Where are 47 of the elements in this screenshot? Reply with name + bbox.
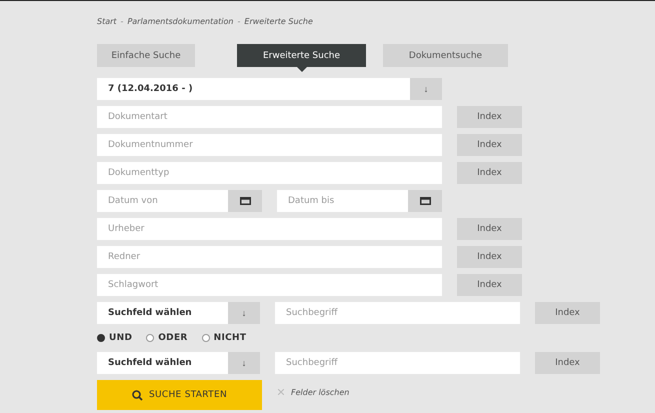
tab-pointer — [296, 67, 306, 72]
dropdown-button[interactable]: ↓ — [228, 352, 260, 374]
dropdown-button[interactable]: ↓ — [228, 302, 260, 324]
calendar-icon — [420, 197, 430, 205]
index-button[interactable]: Index — [457, 218, 522, 240]
index-button[interactable]: Index — [457, 274, 522, 296]
radio-label: ODER — [158, 333, 188, 343]
date-field[interactable]: Datum von — [97, 190, 228, 212]
period-select[interactable]: 7 (12.04.2016 - ) — [97, 78, 410, 100]
text-field[interactable]: Urheber — [97, 218, 442, 240]
breadcrumb-link[interactable]: Start — [97, 16, 117, 26]
calendar-button[interactable] — [228, 190, 262, 212]
index-button[interactable]: Index — [457, 246, 522, 268]
breadcrumb-link[interactable]: Erweiterte Suche — [244, 16, 313, 26]
radio-button[interactable] — [202, 334, 210, 342]
radio-button[interactable] — [146, 334, 154, 342]
calendar-button[interactable] — [408, 190, 442, 212]
radio-button[interactable] — [97, 334, 105, 342]
breadcrumb-separator: - — [238, 16, 240, 26]
field-select[interactable]: Suchfeld wählen — [97, 352, 228, 374]
text-field[interactable]: Dokumentnummer — [97, 134, 442, 156]
radio-label: NICHT — [214, 333, 246, 343]
index-button[interactable]: Index — [457, 162, 522, 184]
index-button[interactable]: Index — [535, 352, 600, 374]
text-field[interactable]: Dokumentart — [97, 106, 442, 128]
index-button[interactable]: Index — [457, 134, 522, 156]
clear-fields-link[interactable]: Felder löschen — [291, 388, 350, 396]
text-field[interactable]: Redner — [97, 246, 442, 268]
breadcrumb-link[interactable]: Parlamentsdokumentation — [127, 16, 234, 26]
tab[interactable]: Einfache Suche — [97, 44, 195, 67]
index-button[interactable]: Index — [457, 106, 522, 128]
text-field[interactable]: Dokumenttyp — [97, 162, 442, 184]
breadcrumb-separator: - — [120, 16, 124, 26]
calendar-icon — [240, 197, 250, 205]
dropdown-button[interactable]: ↓ — [410, 78, 442, 100]
search-term-field[interactable]: Suchbegriff — [275, 302, 520, 324]
search-button[interactable]: SUCHE STARTEN — [97, 380, 262, 410]
search-term-field[interactable]: Suchbegriff — [275, 352, 520, 374]
index-button[interactable]: Index — [535, 302, 600, 324]
text-field[interactable]: Schlagwort — [97, 274, 442, 296]
date-field[interactable]: Datum bis — [277, 190, 408, 212]
tab[interactable]: Dokumentsuche — [383, 44, 508, 67]
close-icon — [278, 389, 284, 395]
radio-label: UND — [109, 333, 132, 343]
tab[interactable]: Erweiterte Suche — [237, 44, 366, 67]
search-icon — [132, 390, 143, 400]
field-select[interactable]: Suchfeld wählen — [97, 302, 228, 324]
